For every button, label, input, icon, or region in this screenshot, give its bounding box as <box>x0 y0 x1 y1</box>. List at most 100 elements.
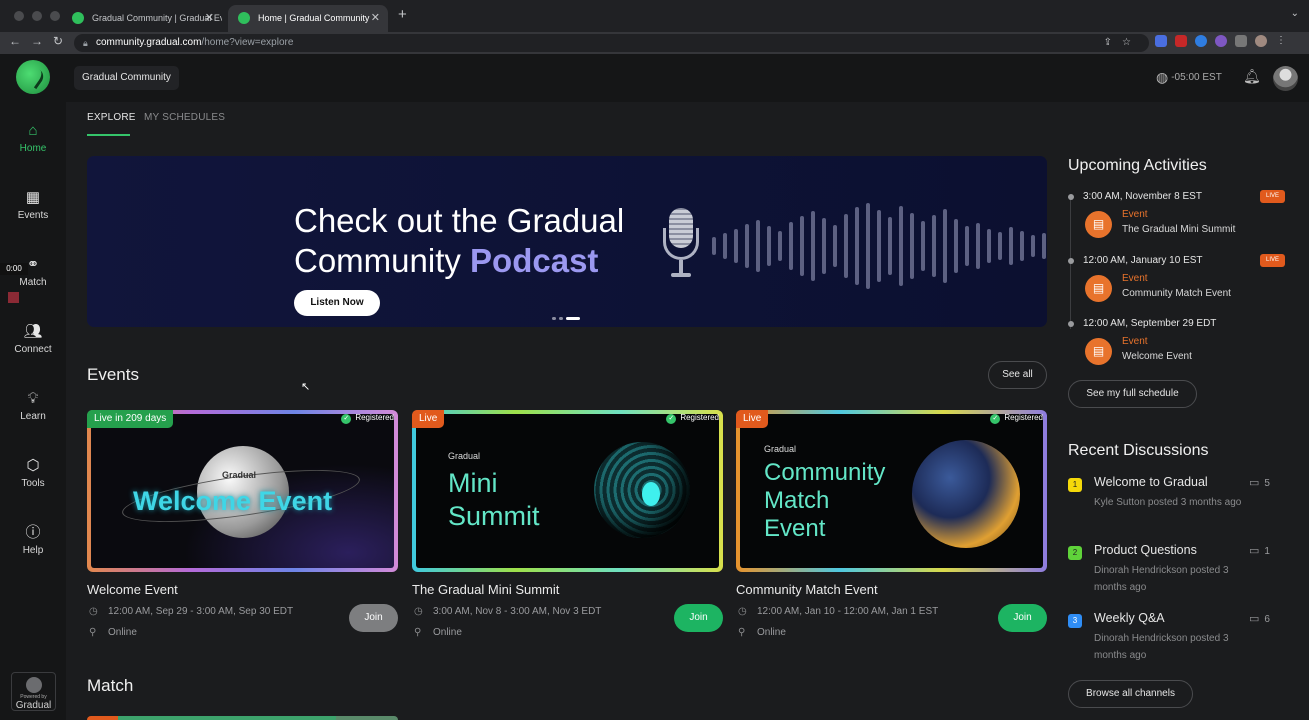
menu-icon[interactable]: ⋮ <box>1275 35 1287 47</box>
extension-icon[interactable] <box>1195 35 1207 47</box>
powered-by-gradual[interactable]: Powered by Gradual <box>11 672 56 711</box>
discussion-title[interactable]: Product Questions <box>1094 543 1197 557</box>
event-card[interactable]: Gradual Community Match Event Live ✓ Regi… <box>736 410 1047 638</box>
soundwave-bar <box>1020 231 1024 261</box>
thumbnail-title-line2: Summit <box>448 501 540 531</box>
soundwave-bar <box>943 209 947 283</box>
tab-explore[interactable]: EXPLORE <box>87 112 136 123</box>
extension-icon[interactable] <box>1215 35 1227 47</box>
location-pin-icon: ⚲ <box>414 627 422 638</box>
activity-kind: Event <box>1122 336 1148 347</box>
discussion-title[interactable]: Weekly Q&A <box>1094 611 1165 625</box>
event-thumbnail[interactable]: Gradual Community Match Event <box>736 410 1047 572</box>
carousel-dots[interactable] <box>552 317 580 320</box>
registered-label: Registered <box>1004 413 1043 422</box>
discussion-meta: Dinorah Hendrickson posted 3 months ago <box>1094 565 1229 593</box>
comment-count-value: 5 <box>1264 478 1270 489</box>
browser-tab-2[interactable]: Home | Gradual Community ✕ <box>228 5 388 32</box>
event-card[interactable]: Gradual Mini Summit Live ✓ Registered The… <box>412 410 723 638</box>
event-name[interactable]: Community Match Event <box>736 582 878 597</box>
join-button[interactable]: Join <box>674 604 723 632</box>
sphere-graphic <box>912 440 1020 548</box>
soundwave-bar <box>976 223 980 269</box>
comment-icon: ▭ <box>1249 477 1260 489</box>
forward-icon[interactable]: → <box>31 34 43 48</box>
sidebar-item-label: Tools <box>21 478 45 489</box>
event-thumbnail[interactable]: Gradual Mini Summit <box>412 410 723 572</box>
activity-name[interactable]: Welcome Event <box>1122 351 1192 362</box>
mouse-cursor-icon: ↖ <box>301 381 311 393</box>
listen-now-button[interactable]: Listen Now <box>294 290 380 316</box>
thumbnail-title-line1: Mini <box>448 468 498 498</box>
lock-icon: 🔒︎ <box>83 38 88 48</box>
discussion-title[interactable]: Welcome to Gradual <box>1094 475 1208 489</box>
location-pin-icon: ⚲ <box>738 627 746 638</box>
extension-icon[interactable] <box>1175 35 1187 47</box>
sidebar-item-label: Help <box>22 545 44 556</box>
soundwave-bar <box>932 215 936 277</box>
soundwave-bar <box>954 219 958 273</box>
sidebar-item-label: Events <box>17 210 49 221</box>
sidebar-item-connect[interactable]: 👥︎ Connect <box>0 323 66 355</box>
profile-icon[interactable] <box>1255 35 1267 47</box>
soundwave-bar <box>712 237 716 255</box>
event-name[interactable]: Welcome Event <box>87 582 178 597</box>
sidebar-item-learn[interactable]: 💡︎ Learn <box>0 390 66 422</box>
people-icon: 👥︎ <box>23 323 43 340</box>
sidebar-item-tools[interactable]: ⬡ Tools <box>0 457 66 489</box>
see-all-events-button[interactable]: See all <box>988 361 1047 389</box>
full-schedule-button[interactable]: See my full schedule <box>1068 380 1197 408</box>
soundwave-bar <box>1031 235 1035 257</box>
event-date: 12:00 AM, Sep 29 - 3:00 AM, Sep 30 EDT <box>108 606 294 617</box>
join-button[interactable]: Join <box>349 604 398 632</box>
podcast-banner[interactable]: Check out the Gradual Community Podcast … <box>87 156 1047 327</box>
banner-title-highlight: Podcast <box>470 242 599 279</box>
comment-count: ▭ 5 <box>1249 476 1270 489</box>
event-thumbnail[interactable]: Gradual Welcome Event <box>87 410 398 572</box>
avatar[interactable] <box>1273 66 1298 91</box>
comment-count-value: 1 <box>1264 546 1270 557</box>
activity-name[interactable]: Community Match Event <box>1122 288 1231 299</box>
channel-number-badge: 3 <box>1068 614 1082 628</box>
shield-extension-icon[interactable] <box>1155 35 1167 47</box>
activity-kind: Event <box>1122 209 1148 220</box>
back-icon[interactable]: ← <box>9 34 21 48</box>
join-button[interactable]: Join <box>998 604 1047 632</box>
url-host: community.gradual.com <box>96 37 202 48</box>
tab-my-schedules[interactable]: MY SCHEDULES <box>144 112 225 123</box>
window-controls[interactable] <box>14 11 60 21</box>
browser-tab-1[interactable]: Gradual Community | Gradual Ev ✕ <box>62 5 222 32</box>
live-badge: LIVE <box>1260 190 1285 203</box>
event-card[interactable]: Gradual Welcome Event Live in 209 days ✓… <box>87 410 398 638</box>
clock-icon: ◷ <box>89 606 98 617</box>
close-tab-icon[interactable]: ✕ <box>371 5 380 31</box>
soundwave-bar <box>1009 227 1013 265</box>
share-star-icons[interactable]: ⇪☆ <box>1104 34 1141 52</box>
timezone-label: -05:00 EST <box>1171 72 1222 83</box>
puzzle-icon[interactable] <box>1235 35 1247 47</box>
reload-icon[interactable]: ↻ <box>53 34 63 48</box>
sidebar-item-help[interactable]: ⓘ Help <box>0 524 66 556</box>
gradual-logo[interactable] <box>16 60 50 94</box>
event-name[interactable]: The Gradual Mini Summit <box>412 582 559 597</box>
activity-name[interactable]: The Gradual Mini Summit <box>1122 224 1235 235</box>
timezone-selector[interactable]: ◍ -05:00 EST <box>1156 69 1222 86</box>
browser-tabbar: Gradual Community | Gradual Ev ✕ Home | … <box>0 0 1309 32</box>
tab-search-icon[interactable]: ⌄ <box>1291 8 1299 19</box>
activity-kind: Event <box>1122 273 1148 284</box>
timeline-line <box>1070 199 1071 329</box>
record-stop-icon[interactable] <box>8 292 19 303</box>
sidebar-item-events[interactable]: ▦ Events <box>0 189 66 221</box>
channel-number-badge: 1 <box>1068 478 1082 492</box>
sidebar-item-home[interactable]: ⌂ Home <box>0 122 66 154</box>
close-tab-icon[interactable]: ✕ <box>205 5 214 31</box>
calendar-icon: ▦ <box>25 189 41 206</box>
address-bar[interactable]: 🔒︎ community.gradual.com/home?view=explo… <box>74 34 1149 52</box>
new-tab-icon[interactable]: + <box>398 6 407 23</box>
thumbnail-title-line1: Community <box>764 459 886 486</box>
match-card-preview[interactable] <box>87 716 398 720</box>
community-switcher[interactable]: Gradual Community <box>74 66 179 90</box>
bell-icon[interactable]: 🔔︎ <box>1243 68 1261 85</box>
soundwave-bar <box>998 232 1002 260</box>
browse-channels-button[interactable]: Browse all channels <box>1068 680 1193 708</box>
